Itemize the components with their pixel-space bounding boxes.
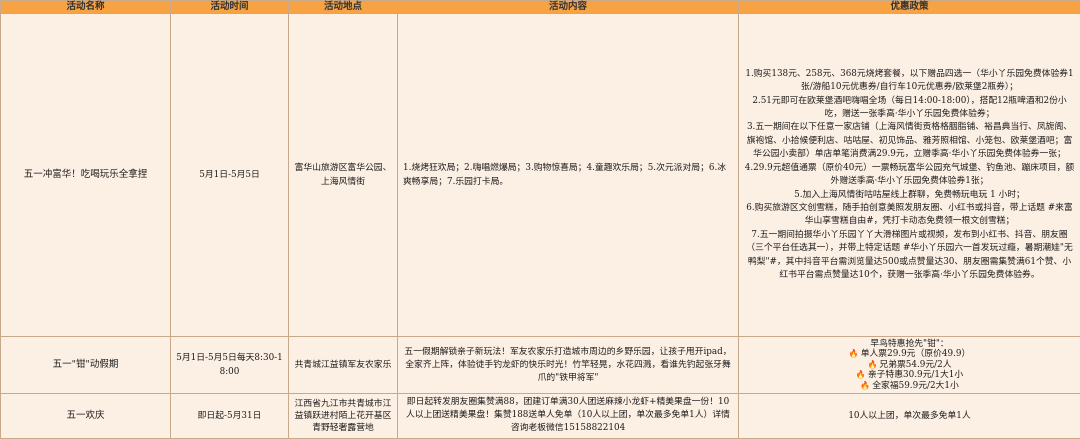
activity-time: 5月1日-5月5日每天8:30-18:00 <box>170 336 289 394</box>
activity-content: 五一假期解锁亲子新玩法！军友农家乐打造城市周边的乡野乐园，让孩子甩开ipad，全… <box>397 336 739 394</box>
policy-item: 7.五一期间拍摄华小丫乐园丫丫大滑梯图片或视频，发布到小红书、抖音、朋友圈（三个… <box>746 229 1073 280</box>
activity-name: 五一"钳"动假期 <box>0 336 171 394</box>
table-row: 五一欢庆 即日起-5月31日 江西省九江市共青城市江益镇跃进村陌上花开基区青野轻… <box>0 392 1080 439</box>
header-activity-location: 活动地点 <box>288 0 398 14</box>
activity-location: 江西省九江市共青城市江益镇跃进村陌上花开基区青野轻奢露营地 <box>288 392 398 439</box>
policy-item: 2.51元即可在欧莱堡酒吧嗨唱全场（每日14:00-18:00），搭配12瓶啤酒… <box>752 95 1067 120</box>
header-activity-name: 活动名称 <box>0 0 171 14</box>
policy-item: 🔥 兄弟票54.9元/2人 <box>867 359 952 370</box>
activity-location: 富华山旅游区富华公园、上海风情街 <box>288 12 398 338</box>
policy-item: 🔥 亲子特惠30.9元/1大1小 <box>855 370 964 381</box>
activity-name: 五一冲富华！吃喝玩乐全拿捏 <box>0 12 171 338</box>
fire-icon: 🔥 <box>848 349 859 359</box>
events-table: 活动名称 活动时间 活动地点 活动内容 优惠政策 五一冲富华！吃喝玩乐全拿捏 5… <box>0 0 1080 439</box>
policy-cell: 早鸟特惠抢先"钳"： 🔥 单人票29.9元（原价49.9） 🔥 兄弟票54.9元/2… <box>738 336 1080 394</box>
activity-location: 共青城江益镇军友农家乐 <box>288 336 398 394</box>
activity-content: 1.烧烤狂欢局；2.嗨唱燃爆局；3.购物惊喜局；4.童趣欢乐局；5.次元派对局；… <box>397 12 739 338</box>
header-activity-time: 活动时间 <box>170 0 289 14</box>
policy-item: 🔥 单人票29.9元（原价49.9） <box>848 349 971 360</box>
activity-time: 5月1日-5月5日 <box>170 12 289 338</box>
header-policy: 优惠政策 <box>738 0 1080 14</box>
policy-cell: 1.购买138元、258元、368元烧烤套餐，以下赠品四选一（华小丫乐园免费体验… <box>738 12 1080 338</box>
policy-cell: 10人以上团，单次最多免单1人 <box>738 392 1080 439</box>
table-row: 五一冲富华！吃喝玩乐全拿捏 5月1日-5月5日 富华山旅游区富华公园、上海风情街… <box>0 12 1080 338</box>
policy-item: 1.购买138元、258元、368元烧烤套餐，以下赠品四选一（华小丫乐园免费体验… <box>745 68 1074 93</box>
policy-item: 6.购买旅游区文创雪糕，随手拍创意美照发朋友圈、小红书或抖音，带上话题 #来富华… <box>746 202 1073 227</box>
activity-time: 即日起-5月31日 <box>170 392 289 439</box>
fire-icon: 🔥 <box>867 359 878 369</box>
fire-icon: 🔥 <box>860 380 871 390</box>
header-activity-content: 活动内容 <box>397 0 739 14</box>
policy-item: 5.加入上海风情街咕咕屋线上群聊，免费畅玩电玩 1 小时； <box>794 189 1025 200</box>
fire-icon: 🔥 <box>855 370 866 380</box>
activity-name: 五一欢庆 <box>0 392 171 439</box>
header-row: 活动名称 活动时间 活动地点 活动内容 优惠政策 <box>0 0 1080 14</box>
activity-content: 即日起转发朋友圈集赞满88，团建订单满30人团送麻辣小龙虾+精美果盘一份！10人… <box>397 392 739 439</box>
policy-item: 🔥 全家福59.9元/2大1小 <box>860 380 959 391</box>
policy-item: 4.29.9元超值通票（原价40元）一票畅玩富华公园充气城堡、钓鱼池、蹦床项目，… <box>744 162 1075 187</box>
table-row: 五一"钳"动假期 5月1日-5月5日每天8:30-18:00 共青城江益镇军友农… <box>0 336 1080 394</box>
policy-title: 早鸟特惠抢先"钳"： <box>870 338 949 349</box>
policy-item: 3.五一期间在以下任意一家店铺（上海风情街贡格格胭脂铺、裕昌典当行、凤旎阁、旗袍… <box>746 122 1073 160</box>
